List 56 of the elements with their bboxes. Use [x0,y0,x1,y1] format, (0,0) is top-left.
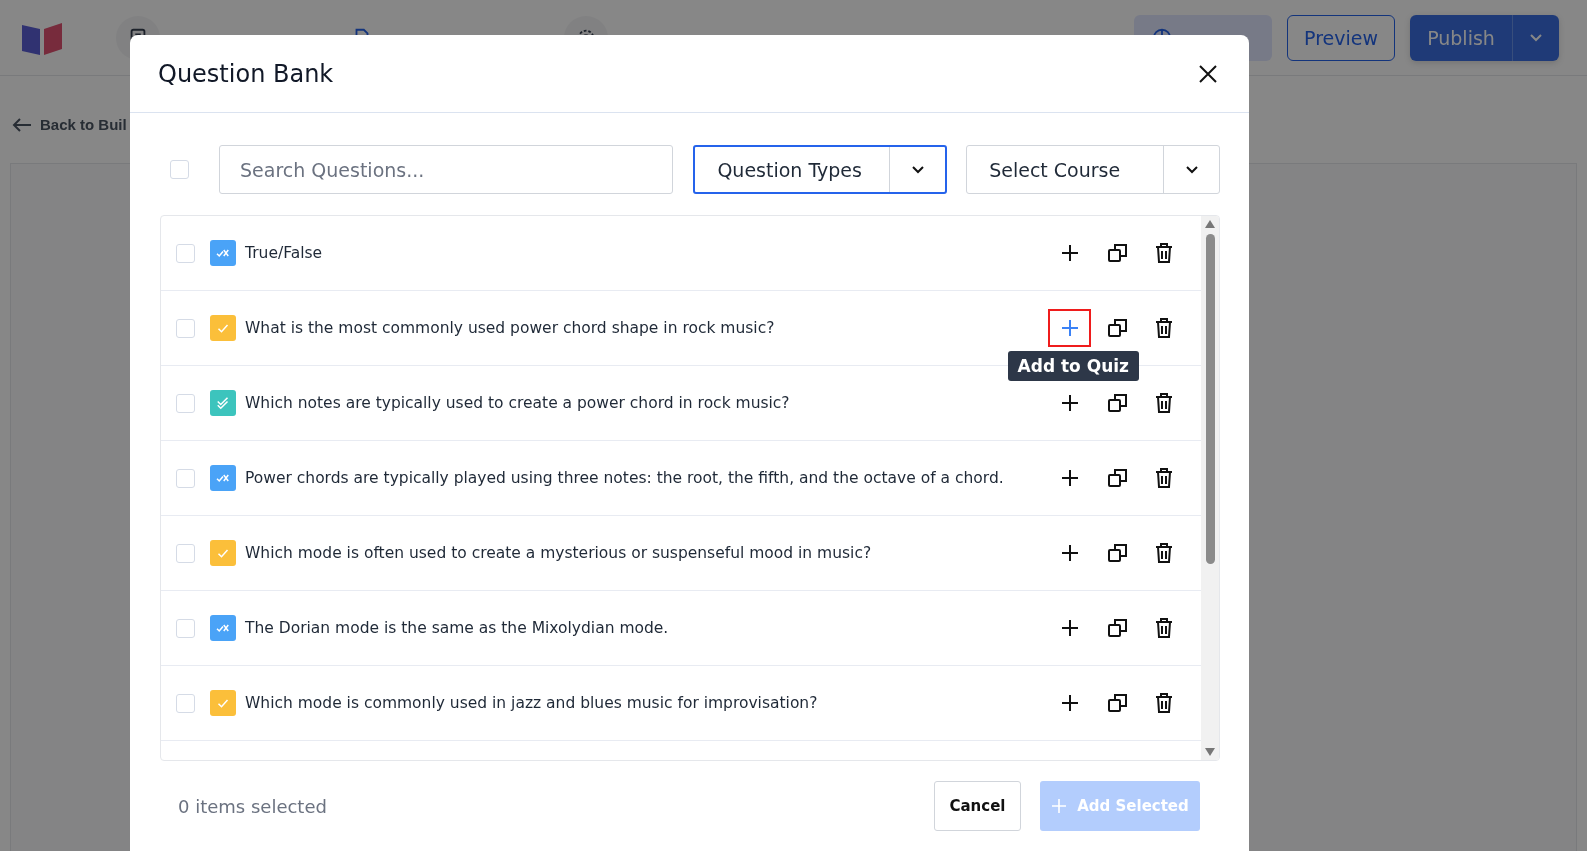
search-field[interactable]: Search Questions... [219,145,674,194]
question-text: The Dorian mode is the same as the Mixolydian mode. [245,619,670,637]
plus-icon [1059,618,1080,638]
question-text: Which mode is often used to create a mysterious or suspenseful mood in music? [245,544,873,562]
dialog-title: Question Bank [158,59,334,88]
selection-count: 0 items selected [178,795,328,817]
row-checkbox[interactable] [176,393,195,413]
trash-icon [1154,692,1174,714]
preview-button[interactable]: Preview [1287,14,1395,61]
question-text: Which mode is commonly used in jazz and blues music for improvisation? [245,694,819,712]
chevron-down-icon [910,164,925,175]
copy-icon [1107,617,1129,639]
question-text: Which notes are typically used to create a power chord in rock music? [245,394,791,412]
row-checkbox[interactable] [176,618,195,638]
question-text: What is the most commonly used power chord shape in rock music? [245,319,776,337]
question-text: Power chords are typically played using three notes: the root, the fifth, and the octave of a chord. [245,469,1005,487]
row-checkbox[interactable] [176,693,195,713]
trash-icon [1154,467,1174,489]
trash-icon [1154,392,1174,414]
row-checkbox[interactable] [176,543,195,563]
copy-icon [1107,242,1129,264]
cancel-button[interactable]: Cancel [934,781,1021,831]
publish-menu-button[interactable] [1512,14,1559,61]
close-icon [1199,64,1217,83]
plus-icon [1059,393,1080,413]
row-checkbox[interactable] [176,468,195,488]
plus-icon [1059,318,1080,338]
plus-icon [1059,543,1080,563]
trash-icon [1154,242,1174,264]
select-all-checkbox[interactable] [170,160,189,179]
chevron-down-icon [1184,164,1199,175]
row-checkbox[interactable] [176,318,195,338]
back-link[interactable]: Back to Buil [40,116,127,133]
scroll-up-icon [1205,220,1215,228]
chevron-down-icon [1529,32,1543,43]
question-text: True/False [245,244,324,262]
scrollbar[interactable] [1201,216,1219,760]
copy-icon [1107,317,1129,339]
plus-icon [1051,798,1068,814]
copy-icon [1107,692,1129,714]
plus-icon [1059,243,1080,263]
filter-dropdown[interactable]: Select Course [966,145,1220,194]
trash-icon [1154,617,1174,639]
row-checkbox[interactable] [176,243,195,263]
copy-icon [1107,467,1129,489]
copy-icon [1107,542,1129,564]
tooltip: Add to Quiz [1007,351,1139,381]
copy-icon [1107,392,1129,414]
trash-icon [1154,317,1174,339]
scroll-down-icon [1205,748,1215,756]
plus-icon [1059,468,1080,488]
filter-dropdown[interactable]: Question Types [693,145,948,194]
trash-icon [1154,542,1174,564]
plus-icon [1059,693,1080,713]
arrow-left-icon [12,116,32,133]
publish-button[interactable]: Publish [1410,14,1512,61]
